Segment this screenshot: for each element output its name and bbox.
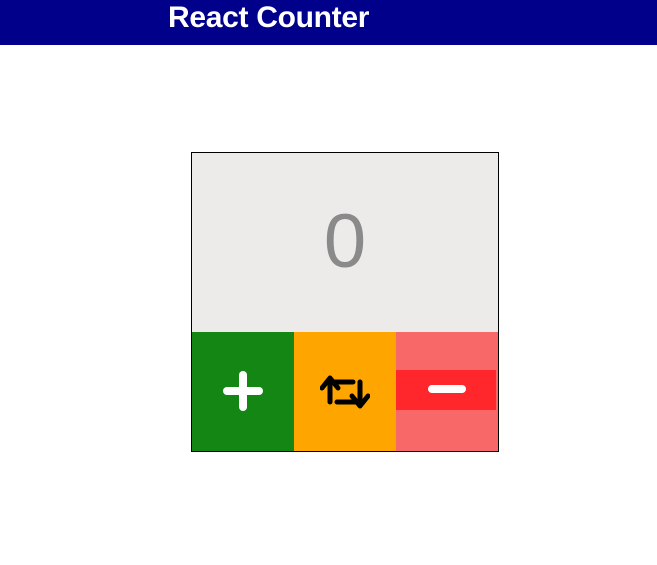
repeat-icon: [320, 375, 370, 409]
minus-icon: [428, 385, 466, 393]
counter-value: 0: [323, 199, 367, 284]
app-header: React Counter: [0, 0, 657, 45]
counter-widget: 0: [191, 152, 499, 452]
decrement-band: [396, 370, 496, 410]
counter-display: 0: [192, 153, 498, 332]
decrement-button[interactable]: [396, 332, 498, 451]
reset-button[interactable]: [294, 332, 396, 451]
app-title: React Counter: [168, 1, 370, 34]
plus-icon: [223, 371, 263, 411]
increment-button[interactable]: [192, 332, 294, 451]
